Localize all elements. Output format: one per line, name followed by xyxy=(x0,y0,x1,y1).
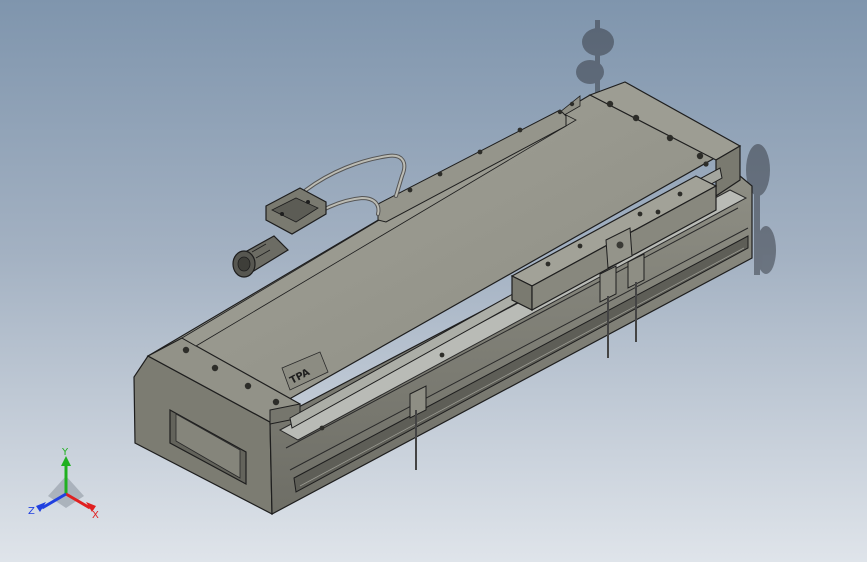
3d-viewport[interactable]: TPA Y X Z xyxy=(0,0,867,562)
z-axis-label: Z xyxy=(28,506,35,517)
actuator-base[interactable] xyxy=(133,81,753,515)
x-axis-label: X xyxy=(92,510,99,521)
y-axis-label: Y xyxy=(61,448,69,458)
d-sub-connector[interactable] xyxy=(265,187,327,235)
linear-actuator-model[interactable]: TPA xyxy=(0,0,867,562)
round-connector[interactable] xyxy=(232,235,289,278)
coordinate-triad: Y X Z xyxy=(28,448,99,521)
